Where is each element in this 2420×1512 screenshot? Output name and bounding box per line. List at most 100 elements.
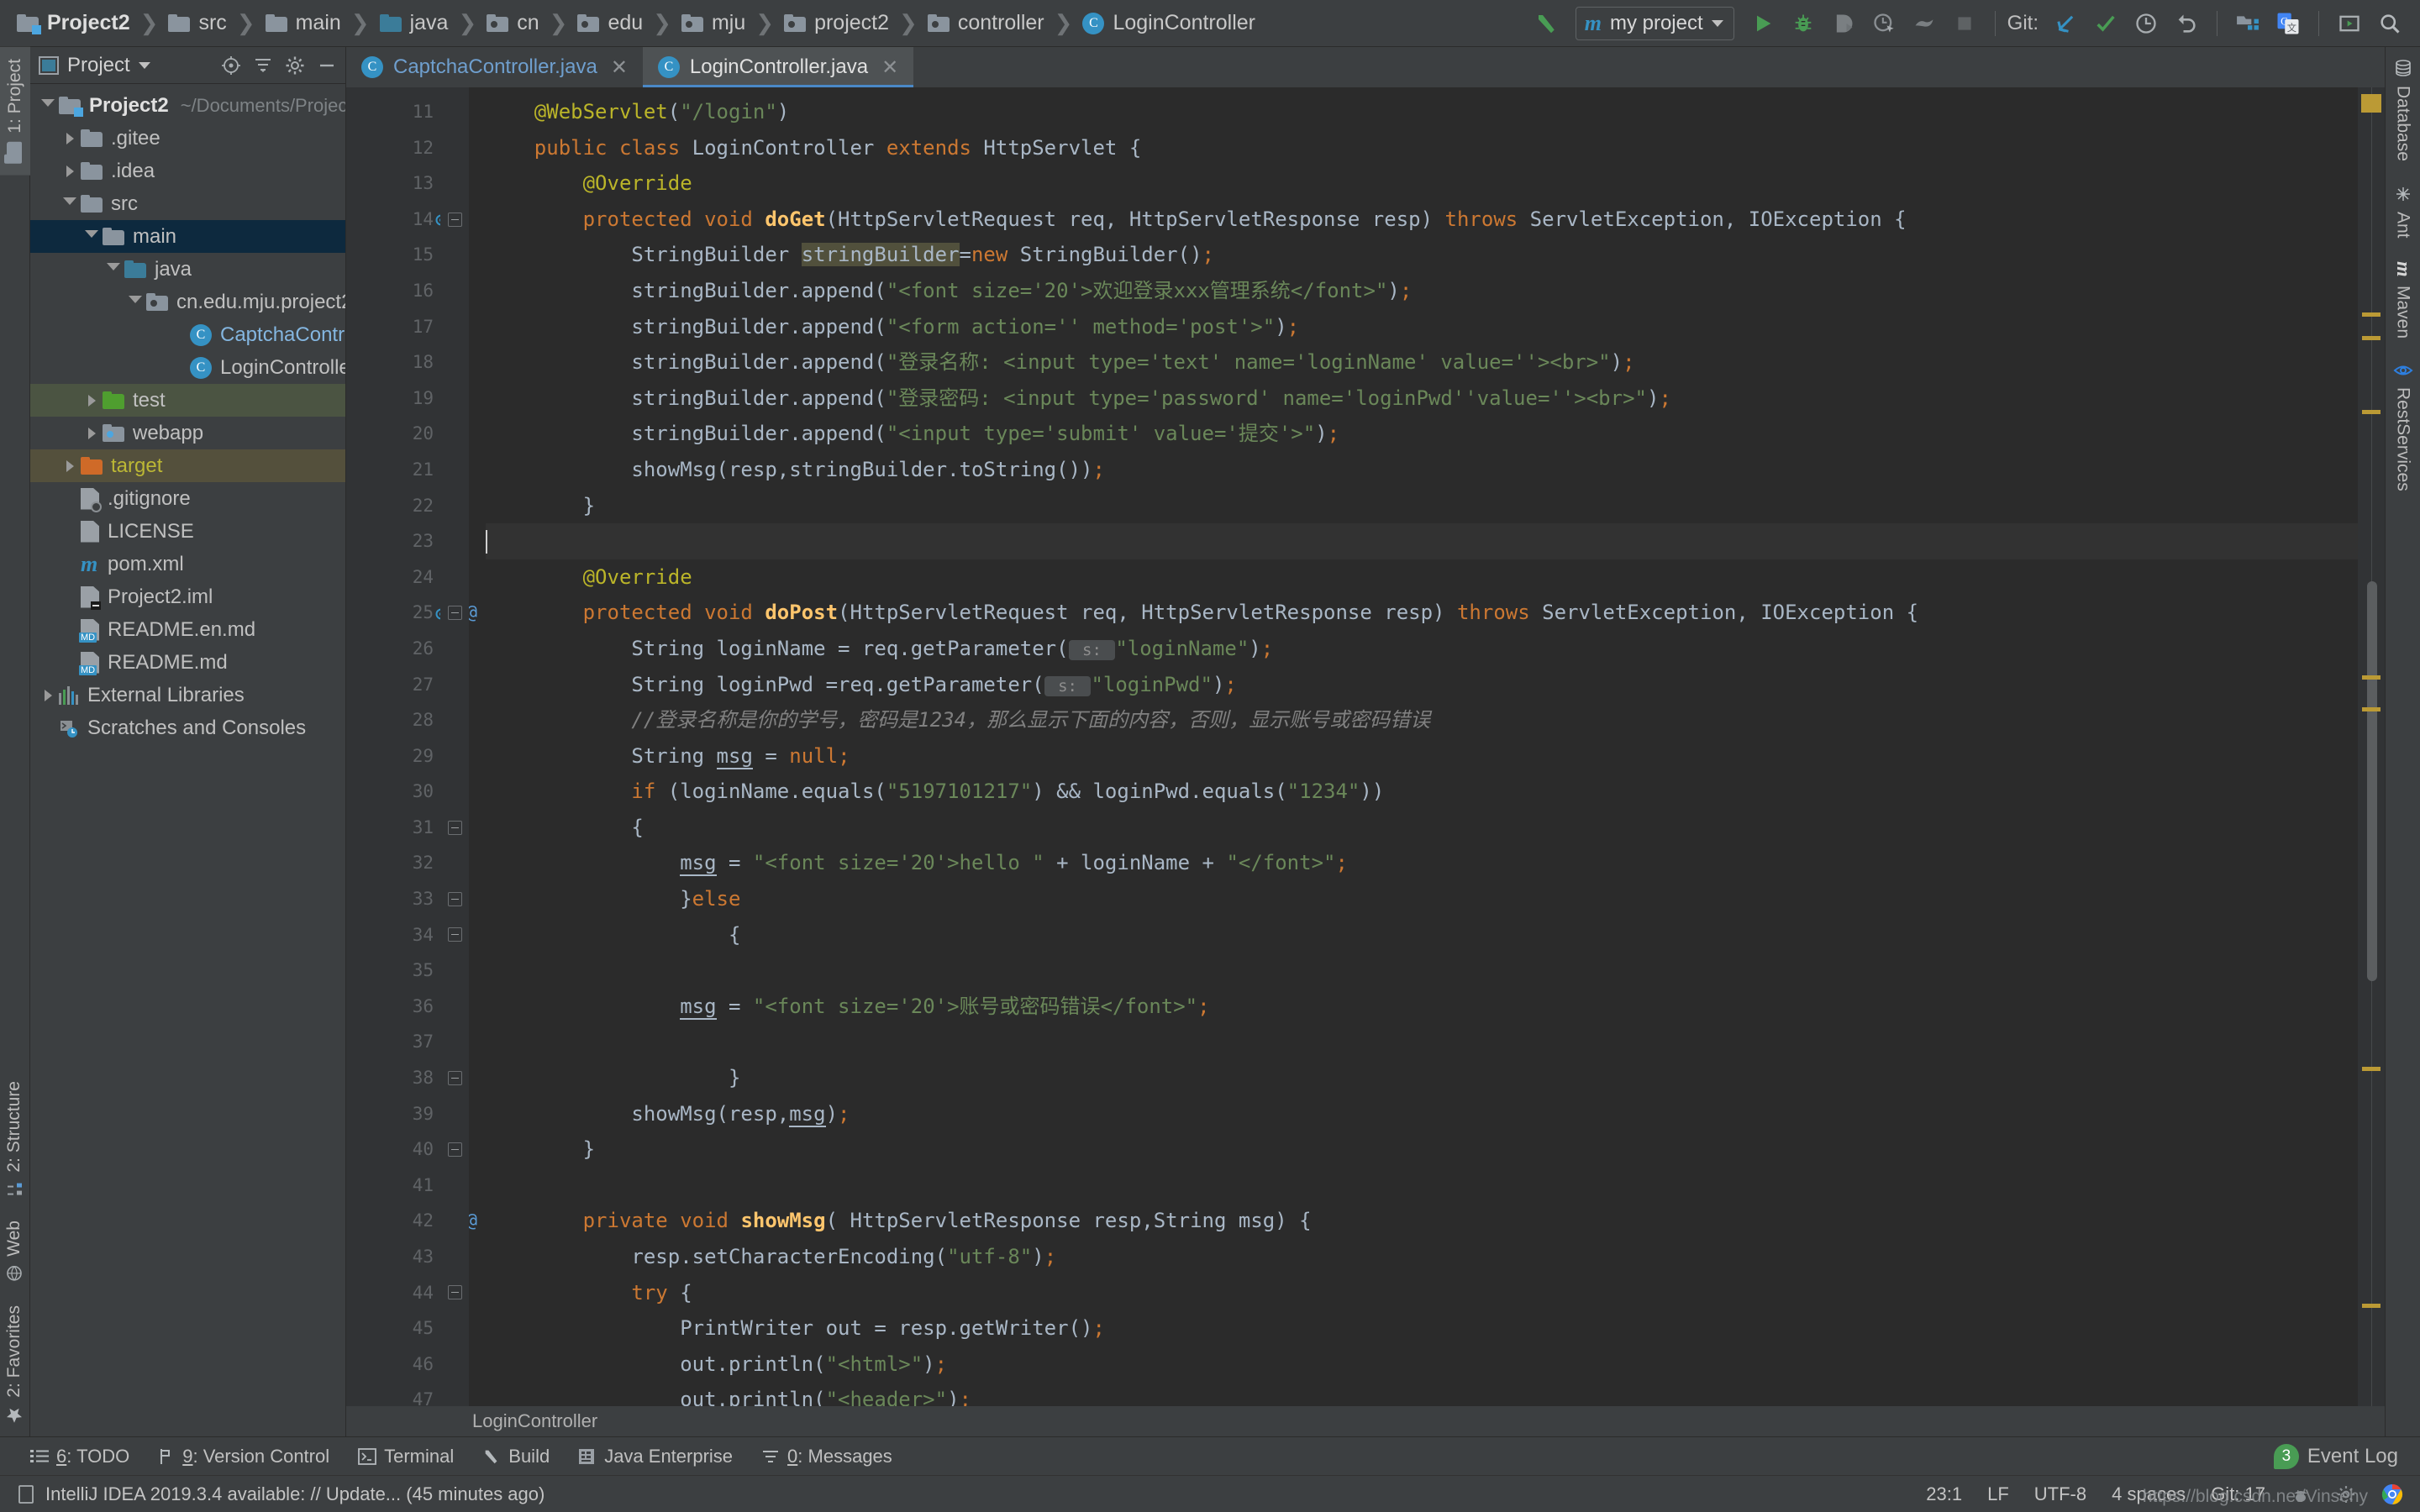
tree-item-test[interactable]: test (30, 384, 345, 417)
code-line[interactable]: { (486, 917, 2358, 953)
sidebar-item-project[interactable]: 1: Project (0, 47, 30, 176)
tree-item-external-libraries[interactable]: External Libraries (30, 679, 345, 711)
tool-window-terminal[interactable]: Terminal (358, 1446, 454, 1467)
hector-inspection-icon[interactable] (2291, 1484, 2311, 1504)
tool-window-9--version-control[interactable]: 9: Version Control (158, 1446, 329, 1467)
attach-process-icon[interactable] (1906, 7, 1943, 40)
breadcrumb-item-mju[interactable]: mju (676, 11, 750, 35)
line-separator[interactable]: LF (1987, 1483, 2009, 1505)
code-line[interactable] (486, 1024, 2358, 1060)
tree-item-java[interactable]: java (30, 253, 345, 286)
caret-position[interactable]: 23:1 (1926, 1483, 1962, 1505)
tree-item-main[interactable]: main (30, 220, 345, 253)
code-line[interactable] (486, 953, 2358, 989)
git-branch[interactable]: Git: 17 (2211, 1483, 2265, 1505)
build-hammer-icon[interactable] (1528, 7, 1565, 40)
tool-window-build[interactable]: Build (482, 1446, 550, 1467)
tree-item-pom-xml[interactable]: m pom.xml (30, 548, 345, 580)
breadcrumb-item-main[interactable]: main (260, 11, 346, 35)
tab-logincontroller-java[interactable]: C LoginController.java ✕ (642, 47, 914, 87)
code-line[interactable]: stringBuilder.append("登录密码: <input type=… (486, 381, 2358, 417)
code-line[interactable]: String loginName = req.getParameter( s: … (486, 631, 2358, 667)
error-stripe-markers[interactable] (2358, 87, 2385, 1406)
fold-toggle[interactable] (440, 1060, 469, 1096)
tree-item-target[interactable]: target (30, 449, 345, 482)
breadcrumb-item-logincontroller[interactable]: C LoginController (1077, 11, 1260, 35)
breadcrumb-item-project2[interactable]: project2 (779, 11, 894, 35)
chevron-down-icon[interactable] (124, 295, 146, 309)
fold-toggle[interactable] (440, 881, 469, 917)
code-line[interactable]: //登录名称是你的学号，密码是1234，那么显示下面的内容，否则，显示账号或密码… (486, 702, 2358, 738)
sidebar-item-restservices[interactable]: RestServices (2386, 350, 2420, 503)
code-line[interactable]: @WebServlet("/login") (486, 94, 2358, 130)
sidebar-item-database[interactable]: Database (2386, 47, 2420, 173)
code-editor[interactable]: 11 12 13 14 15 16 17 18 19 20 21 22 23 24 25 @ 26 27 28 29 3… (346, 87, 2385, 1406)
crosshair-target-icon[interactable] (221, 55, 241, 76)
chevron-down-icon[interactable] (81, 229, 103, 244)
tree-item-readme-md[interactable]: MD README.md (30, 646, 345, 679)
tree-item--idea[interactable]: .idea (30, 155, 345, 187)
fold-toggle[interactable] (440, 595, 469, 631)
chevron-right-icon[interactable] (81, 427, 103, 439)
breadcrumb-item-controller[interactable]: controller (923, 11, 1050, 35)
event-log-label[interactable]: Event Log (2307, 1445, 2398, 1468)
fold-toggle[interactable] (440, 202, 469, 238)
code-line[interactable]: } (486, 1131, 2358, 1168)
chevron-right-icon[interactable] (37, 689, 59, 701)
tool-window-java-enterprise[interactable]: Java Enterprise (578, 1446, 733, 1467)
code-line[interactable]: showMsg(resp,msg); (486, 1096, 2358, 1132)
code-line[interactable]: } (486, 488, 2358, 524)
terminal-run-icon[interactable] (2331, 7, 2368, 40)
code-line[interactable]: protected void doGet(HttpServletRequest … (486, 202, 2358, 238)
chevron-right-icon[interactable] (59, 459, 81, 472)
sidebar-item-maven[interactable]: m Maven (2386, 249, 2420, 350)
run-with-coverage-button[interactable] (1825, 7, 1862, 40)
close-icon[interactable]: ✕ (881, 55, 898, 80)
editor-breadcrumb[interactable]: LoginController (346, 1406, 2385, 1436)
tree-item-scratches-and-consoles[interactable]: Scratches and Consoles (30, 711, 345, 744)
code-line[interactable]: msg = "<font size='20'>hello " + loginNa… (486, 845, 2358, 881)
code-line[interactable]: stringBuilder.append("<input type='submi… (486, 416, 2358, 452)
fold-toggle[interactable] (440, 1275, 469, 1311)
sidebar-item-web[interactable]: Web (0, 1209, 29, 1294)
breadcrumb-item-project2[interactable]: Project2 (12, 11, 135, 35)
chevron-down-icon[interactable] (1711, 19, 1723, 27)
debug-button[interactable] (1785, 7, 1822, 40)
code-line[interactable]: if (loginName.equals("5197101217") && lo… (486, 774, 2358, 810)
code-line[interactable]: showMsg(resp,stringBuilder.toString()); (486, 452, 2358, 488)
sidebar-item-structure[interactable]: 2: Structure (0, 1069, 29, 1210)
minimize-icon[interactable] (317, 55, 337, 76)
code-line[interactable]: { (486, 810, 2358, 846)
tree-item-project2-iml[interactable]: Project2.iml (30, 580, 345, 613)
tree-item--gitee[interactable]: .gitee (30, 122, 345, 155)
close-icon[interactable]: ✕ (611, 55, 628, 80)
update-arrow-down-icon[interactable] (2047, 7, 2084, 40)
code-folding-gutter[interactable] (440, 87, 469, 1406)
project-structure-icon[interactable] (2229, 7, 2266, 40)
tool-window-6--todo[interactable]: 6: TODO (30, 1446, 129, 1467)
code-line[interactable]: @Override (486, 559, 2358, 596)
tree-item-webapp[interactable]: webapp (30, 417, 345, 449)
sidebar-item-ant[interactable]: Ant (2386, 173, 2420, 250)
code-line[interactable]: private void showMsg( HttpServletRespons… (486, 1203, 2358, 1239)
chevron-right-icon[interactable] (59, 165, 81, 177)
code-line[interactable] (486, 523, 2358, 559)
chrome-icon[interactable] (2381, 1483, 2403, 1505)
event-log-area[interactable]: 3 Event Log (2273, 1443, 2420, 1469)
source-code[interactable]: @WebServlet("/login") public class Login… (469, 87, 2358, 1406)
run-configuration-selector[interactable]: m my project (1575, 6, 1734, 40)
gear-icon[interactable] (285, 55, 305, 76)
project-tree[interactable]: Project2 ~/Documents/Project2 .gitee .idea s… (30, 84, 345, 1436)
run-button[interactable] (1744, 7, 1781, 40)
google-translate-icon[interactable]: G文 (2270, 7, 2307, 40)
tab-captchacontroller-java[interactable]: C CaptchaController.java ✕ (346, 47, 643, 87)
code-line[interactable]: public class LoginController extends Htt… (486, 130, 2358, 166)
chevron-right-icon[interactable] (81, 394, 103, 407)
code-line[interactable]: stringBuilder.append("<form action='' me… (486, 309, 2358, 345)
code-line[interactable]: @Override (486, 165, 2358, 202)
code-line[interactable]: PrintWriter out = resp.getWriter(); (486, 1310, 2358, 1347)
chevron-right-icon[interactable] (59, 132, 81, 144)
tree-item-logincontroller[interactable]: C LoginController (30, 351, 345, 384)
tree-item-cn-edu-mju-project2-controller[interactable]: cn.edu.mju.project2.controller (30, 286, 345, 318)
tool-window-0--messages[interactable]: 0: Messages (761, 1446, 892, 1467)
